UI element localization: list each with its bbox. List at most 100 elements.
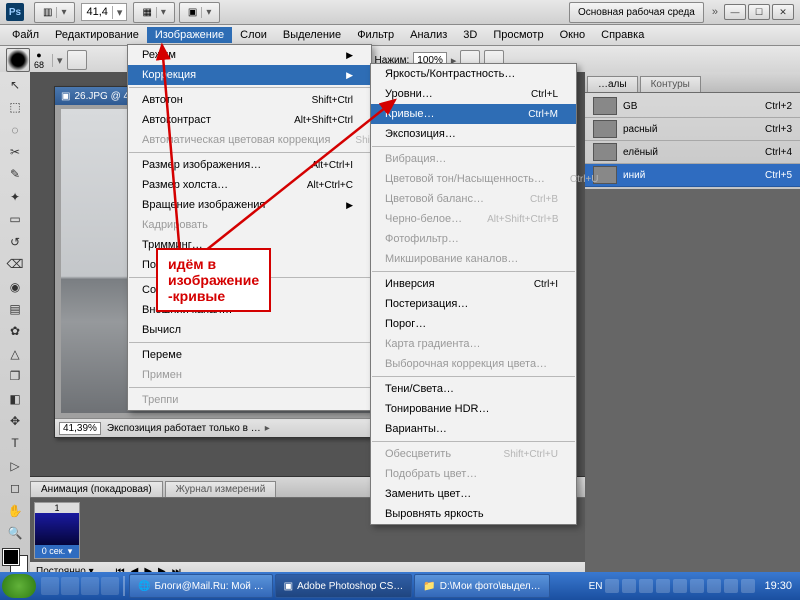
taskbar-clock[interactable]: 19:30 bbox=[764, 580, 792, 592]
frame-time-label[interactable]: 0 сек. ▾ bbox=[35, 545, 79, 558]
tray-icon[interactable] bbox=[639, 579, 653, 593]
animation-frame[interactable]: 1 0 сек. ▾ bbox=[34, 502, 80, 559]
channel-row[interactable]: инийCtrl+5 bbox=[585, 164, 800, 187]
menu-item[interactable]: Порог… bbox=[371, 314, 576, 334]
menu-item[interactable]: Варианты… bbox=[371, 419, 576, 439]
tray-icon[interactable] bbox=[605, 579, 619, 593]
menu-item[interactable]: Режим▶ bbox=[128, 45, 371, 65]
panel-tab-channels[interactable]: …алы bbox=[587, 76, 638, 92]
menu-файл[interactable]: Файл bbox=[4, 27, 47, 43]
tray-icon[interactable] bbox=[707, 579, 721, 593]
panel-tabs[interactable]: …алы Контуры bbox=[585, 72, 800, 93]
tool-button[interactable]: ◉ bbox=[3, 276, 27, 297]
tool-button[interactable]: ✂ bbox=[3, 141, 27, 162]
menu-просмотр[interactable]: Просмотр bbox=[485, 27, 551, 43]
tool-button[interactable]: ↺ bbox=[3, 231, 27, 252]
tray-icon[interactable] bbox=[741, 579, 755, 593]
tool-button[interactable]: ⌫ bbox=[3, 253, 27, 274]
menu-item[interactable]: Тонирование HDR… bbox=[371, 399, 576, 419]
tool-button[interactable]: ↖ bbox=[3, 74, 27, 95]
tool-button[interactable]: ▷ bbox=[3, 455, 27, 476]
panel-tab-paths[interactable]: Контуры bbox=[640, 76, 701, 92]
minimize-button[interactable]: — bbox=[724, 4, 746, 20]
animation-tab[interactable]: Анимация (покадровая) bbox=[30, 481, 163, 497]
taskbar-task[interactable]: 📁 D:\Мои фото\выдел… bbox=[414, 574, 549, 598]
image-menu[interactable]: Режим▶Коррекция▶ АвтотонShift+CtrlАвтокон… bbox=[127, 44, 372, 411]
tool-button[interactable]: ✋ bbox=[3, 500, 27, 521]
menu-изображение[interactable]: Изображение bbox=[147, 27, 232, 43]
expand-icon[interactable]: » bbox=[712, 6, 718, 18]
menu-item[interactable]: Вычисл bbox=[128, 320, 371, 340]
channel-row[interactable]: елёныйCtrl+4 bbox=[585, 141, 800, 164]
menu-item[interactable]: Размер изображения…Alt+Ctrl+I bbox=[128, 155, 371, 175]
tool-button[interactable]: ▭ bbox=[3, 209, 27, 230]
tray-icon[interactable] bbox=[724, 579, 738, 593]
menu-item[interactable]: Яркость/Контрастность… bbox=[371, 64, 576, 84]
zoom-field[interactable]: 41,4▾ bbox=[81, 3, 127, 21]
tool-button[interactable]: △ bbox=[3, 343, 27, 364]
recent-dropdown[interactable]: ▥▾ bbox=[34, 2, 75, 23]
menu-item[interactable]: Заменить цвет… bbox=[371, 484, 576, 504]
menu-item[interactable]: Уровни…Ctrl+L bbox=[371, 84, 576, 104]
arrange-dropdown[interactable]: ▦▾ bbox=[133, 2, 174, 23]
menu-выделение[interactable]: Выделение bbox=[275, 27, 349, 43]
measurement-log-tab[interactable]: Журнал измерений bbox=[165, 481, 277, 497]
screen-mode-dropdown[interactable]: ▣▾ bbox=[179, 2, 220, 23]
taskbar-task[interactable]: ▣ Adobe Photoshop CS… bbox=[275, 574, 413, 598]
status-zoom[interactable]: 41,39% bbox=[59, 422, 101, 435]
menu-справка[interactable]: Справка bbox=[593, 27, 652, 43]
menu-item[interactable]: АвтотонShift+Ctrl bbox=[128, 90, 371, 110]
tool-button[interactable]: 🔍 bbox=[3, 522, 27, 543]
tool-button[interactable]: ◌ bbox=[3, 119, 27, 140]
workspace-switcher[interactable]: Основная рабочая среда bbox=[569, 2, 704, 23]
menu-item[interactable]: Кривые…Ctrl+M bbox=[371, 104, 576, 124]
menu-item[interactable]: Выровнять яркость bbox=[371, 504, 576, 524]
menu-редактирование[interactable]: Редактирование bbox=[47, 27, 147, 43]
tool-button[interactable]: ✥ bbox=[3, 410, 27, 431]
menu-3d[interactable]: 3D bbox=[455, 27, 485, 43]
brush-dropdown-icon[interactable]: ▾ bbox=[52, 54, 63, 67]
menu-слои[interactable]: Слои bbox=[232, 27, 275, 43]
menu-окно[interactable]: Окно bbox=[552, 27, 594, 43]
tool-button[interactable]: ▤ bbox=[3, 298, 27, 319]
tray-icon[interactable] bbox=[673, 579, 687, 593]
quick-launch-icon[interactable] bbox=[101, 577, 119, 595]
maximize-button[interactable]: ☐ bbox=[748, 4, 770, 20]
language-indicator[interactable]: EN bbox=[589, 581, 603, 592]
menu-анализ[interactable]: Анализ bbox=[402, 27, 455, 43]
taskbar-task[interactable]: 🌐 Блоги@Mail.Ru: Мой … bbox=[129, 574, 273, 598]
tool-button[interactable]: ⬚ bbox=[3, 96, 27, 117]
menu-фильтр[interactable]: Фильтр bbox=[349, 27, 402, 43]
tray-icon[interactable] bbox=[656, 579, 670, 593]
tray-icon[interactable] bbox=[622, 579, 636, 593]
start-button[interactable] bbox=[2, 574, 36, 598]
tool-button[interactable]: ❐ bbox=[3, 365, 27, 386]
quick-launch-icon[interactable] bbox=[81, 577, 99, 595]
brush-preview-icon[interactable] bbox=[6, 48, 30, 72]
quick-launch-icon[interactable] bbox=[61, 577, 79, 595]
tool-button[interactable]: ✿ bbox=[3, 321, 27, 342]
quick-launch-icon[interactable] bbox=[41, 577, 59, 595]
menu-item[interactable]: ИнверсияCtrl+I bbox=[371, 274, 576, 294]
status-arrow-icon[interactable]: ▸ bbox=[265, 423, 270, 434]
menu-item[interactable]: Тени/Света… bbox=[371, 379, 576, 399]
channel-row[interactable]: GBCtrl+2 bbox=[585, 95, 800, 118]
tool-button[interactable]: T bbox=[3, 433, 27, 454]
color-swatches[interactable] bbox=[3, 549, 27, 572]
menu-item[interactable]: Переме bbox=[128, 345, 371, 365]
close-button[interactable]: ✕ bbox=[772, 4, 794, 20]
tray-icon[interactable] bbox=[690, 579, 704, 593]
channel-row[interactable]: расныйCtrl+3 bbox=[585, 118, 800, 141]
menu-item[interactable]: АвтоконтрастAlt+Shift+Ctrl bbox=[128, 110, 371, 130]
brush-panel-icon[interactable] bbox=[67, 50, 87, 70]
tool-button[interactable]: ◧ bbox=[3, 388, 27, 409]
menu-item[interactable]: Вращение изображения▶ bbox=[128, 195, 371, 215]
tool-button[interactable]: ✦ bbox=[3, 186, 27, 207]
menu-item[interactable]: Размер холста…Alt+Ctrl+C bbox=[128, 175, 371, 195]
tool-button[interactable]: ✎ bbox=[3, 164, 27, 185]
menu-item[interactable]: Постеризация… bbox=[371, 294, 576, 314]
menu-item[interactable]: Экспозиция… bbox=[371, 124, 576, 144]
tool-button[interactable]: ◻ bbox=[3, 478, 27, 499]
correction-submenu[interactable]: Яркость/Контрастность…Уровни…Ctrl+LКривы… bbox=[370, 63, 577, 525]
menu-item[interactable]: Коррекция▶ bbox=[128, 65, 371, 85]
